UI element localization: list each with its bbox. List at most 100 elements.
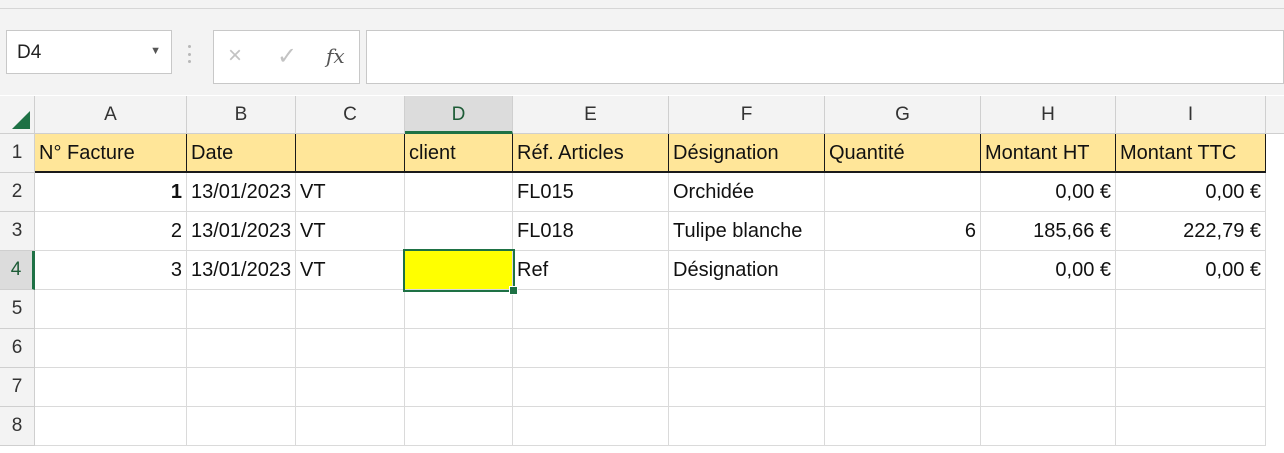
cell-g6[interactable] — [825, 329, 981, 368]
cell-b7[interactable] — [187, 368, 296, 407]
cell-f2[interactable]: Orchidée — [669, 173, 825, 212]
cell-c2[interactable]: VT — [296, 173, 405, 212]
column-header-e[interactable]: E — [513, 96, 669, 134]
cell-c6[interactable] — [296, 329, 405, 368]
cell-h4[interactable]: 0,00 € — [981, 251, 1116, 290]
column-header-f[interactable]: F — [669, 96, 825, 134]
cell-i1[interactable]: Montant TTC — [1116, 134, 1266, 173]
column-header-h[interactable]: H — [981, 96, 1116, 134]
enter-icon[interactable]: ✓ — [277, 42, 297, 71]
cell-d8[interactable] — [405, 407, 513, 446]
cell-b8[interactable] — [187, 407, 296, 446]
cell-h3[interactable]: 185,66 € — [981, 212, 1116, 251]
cell-a7[interactable] — [35, 368, 187, 407]
cell-a1[interactable]: N° Facture — [35, 134, 187, 173]
cell-e5[interactable] — [513, 290, 669, 329]
cell-a8[interactable] — [35, 407, 187, 446]
cell-b3[interactable]: 13/01/2023 — [187, 212, 296, 251]
cell-b2[interactable]: 13/01/2023 — [187, 173, 296, 212]
cell-b4[interactable]: 13/01/2023 — [187, 251, 296, 290]
cell-a5[interactable] — [35, 290, 187, 329]
cell-d7[interactable] — [405, 368, 513, 407]
cell-b1[interactable]: Date — [187, 134, 296, 173]
cell-i8[interactable] — [1116, 407, 1266, 446]
cell-g8[interactable] — [825, 407, 981, 446]
column-header-d[interactable]: D — [405, 96, 513, 134]
cell-f6[interactable] — [669, 329, 825, 368]
cell-c4[interactable]: VT — [296, 251, 405, 290]
cell-b5[interactable] — [187, 290, 296, 329]
cell-h5[interactable] — [981, 290, 1116, 329]
cell-e6[interactable] — [513, 329, 669, 368]
cell-h2[interactable]: 0,00 € — [981, 173, 1116, 212]
cell-i5[interactable] — [1116, 290, 1266, 329]
insert-function-icon[interactable]: fx — [326, 44, 345, 68]
column-header-a[interactable]: A — [35, 96, 187, 134]
cell-f8[interactable] — [669, 407, 825, 446]
cell-e4[interactable]: Ref — [513, 251, 669, 290]
name-box[interactable]: D4 ▼ — [6, 30, 172, 74]
cell-c7[interactable] — [296, 368, 405, 407]
row-header-8[interactable]: 8 — [0, 407, 35, 446]
cell-c5[interactable] — [296, 290, 405, 329]
cell-a4[interactable]: 3 — [35, 251, 187, 290]
cell-g4[interactable] — [825, 251, 981, 290]
cell-f5[interactable] — [669, 290, 825, 329]
select-all-button[interactable] — [0, 96, 35, 134]
column-header-g[interactable]: G — [825, 96, 981, 134]
cell-a3[interactable]: 2 — [35, 212, 187, 251]
cell-e2[interactable]: FL015 — [513, 173, 669, 212]
row-header-3[interactable]: 3 — [0, 212, 35, 251]
cell-d1[interactable]: client — [405, 134, 513, 173]
row-header-7[interactable]: 7 — [0, 368, 35, 407]
cell-e3[interactable]: FL018 — [513, 212, 669, 251]
cell-d6[interactable] — [405, 329, 513, 368]
cell-f3[interactable]: Tulipe blanche — [669, 212, 825, 251]
row-header-5[interactable]: 5 — [0, 290, 35, 329]
drag-handle-icon[interactable] — [188, 45, 192, 63]
cell-h1[interactable]: Montant HT — [981, 134, 1116, 173]
cell-a2[interactable]: 1 — [35, 173, 187, 212]
row-header-6[interactable]: 6 — [0, 329, 35, 368]
cell-i7[interactable] — [1116, 368, 1266, 407]
cell-g7[interactable] — [825, 368, 981, 407]
cell-h6[interactable] — [981, 329, 1116, 368]
chevron-down-icon[interactable]: ▼ — [150, 45, 161, 57]
cell-f1[interactable]: Désignation — [669, 134, 825, 173]
cell-c3[interactable]: VT — [296, 212, 405, 251]
cell-c1[interactable] — [296, 134, 405, 173]
cell-f4[interactable]: Désignation — [669, 251, 825, 290]
fill-handle[interactable] — [509, 286, 518, 295]
column-header-c[interactable]: C — [296, 96, 405, 134]
cell-e7[interactable] — [513, 368, 669, 407]
cell-g2[interactable] — [825, 173, 981, 212]
cell-g1[interactable]: Quantité — [825, 134, 981, 173]
cell-i2[interactable]: 0,00 € — [1116, 173, 1266, 212]
cancel-icon[interactable]: × — [228, 42, 242, 70]
column-header-i[interactable]: I — [1116, 96, 1266, 134]
cell-d5[interactable] — [405, 290, 513, 329]
cell-h8[interactable] — [981, 407, 1116, 446]
cell-h7[interactable] — [981, 368, 1116, 407]
cell-i4[interactable]: 0,00 € — [1116, 251, 1266, 290]
cell-d3[interactable] — [405, 212, 513, 251]
row-header-1[interactable]: 1 — [0, 134, 35, 173]
formula-input[interactable] — [366, 30, 1284, 84]
row-header-4[interactable]: 4 — [0, 251, 35, 290]
cell-i3[interactable]: 222,79 € — [1116, 212, 1266, 251]
cell-e8[interactable] — [513, 407, 669, 446]
column-header-j-partial[interactable] — [1266, 96, 1284, 134]
cell-b6[interactable] — [187, 329, 296, 368]
cell-e1[interactable]: Réf. Articles — [513, 134, 669, 173]
spreadsheet-grid: A B C D E F G H I 1 2 3 4 5 6 7 8 N° Fac… — [0, 96, 1284, 453]
cell-g3[interactable]: 6 — [825, 212, 981, 251]
row-header-2[interactable]: 2 — [0, 173, 35, 212]
cell-i6[interactable] — [1116, 329, 1266, 368]
cell-d2[interactable] — [405, 173, 513, 212]
column-header-b[interactable]: B — [187, 96, 296, 134]
cell-d4[interactable] — [405, 251, 513, 290]
cell-a6[interactable] — [35, 329, 187, 368]
cell-g5[interactable] — [825, 290, 981, 329]
cell-f7[interactable] — [669, 368, 825, 407]
cell-c8[interactable] — [296, 407, 405, 446]
